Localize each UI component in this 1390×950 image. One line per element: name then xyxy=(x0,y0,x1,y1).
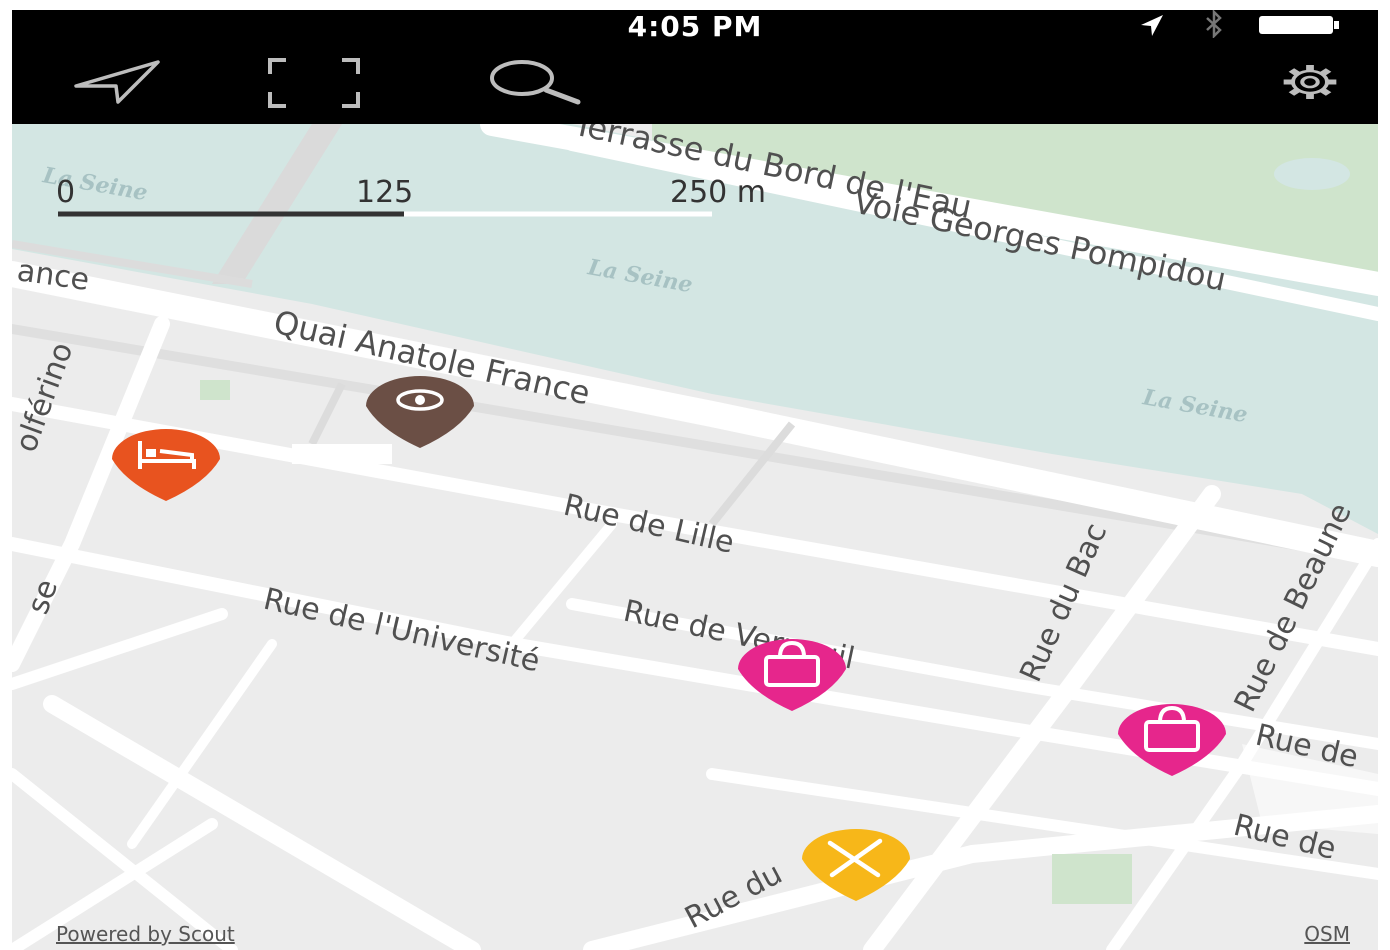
location-arrow-icon[interactable] xyxy=(70,56,162,106)
scale-label: 250 m xyxy=(670,175,766,210)
bluetooth-icon xyxy=(1206,10,1222,38)
osm-attribution-link[interactable]: OSM xyxy=(1304,922,1350,946)
map-view[interactable]: La Seine La Seine La Seine Terrasse du B… xyxy=(12,124,1378,950)
powered-by-link[interactable]: Powered by Scout xyxy=(56,922,235,946)
status-time: 4:05 PM xyxy=(627,10,763,43)
gear-icon[interactable] xyxy=(1260,54,1360,110)
scale-label: 125 xyxy=(356,175,413,210)
fountain xyxy=(1274,158,1350,190)
scale-label: 0 xyxy=(56,175,75,210)
search-icon[interactable] xyxy=(488,58,588,110)
app-frame: 4:05 PM La Seine La Seine La Seine Terra… xyxy=(12,10,1378,950)
fullscreen-icon[interactable] xyxy=(266,56,362,112)
battery-icon xyxy=(1259,16,1339,34)
green-square xyxy=(1052,854,1132,904)
top-toolbar: 4:05 PM xyxy=(12,10,1378,124)
location-services-icon xyxy=(1141,15,1163,36)
